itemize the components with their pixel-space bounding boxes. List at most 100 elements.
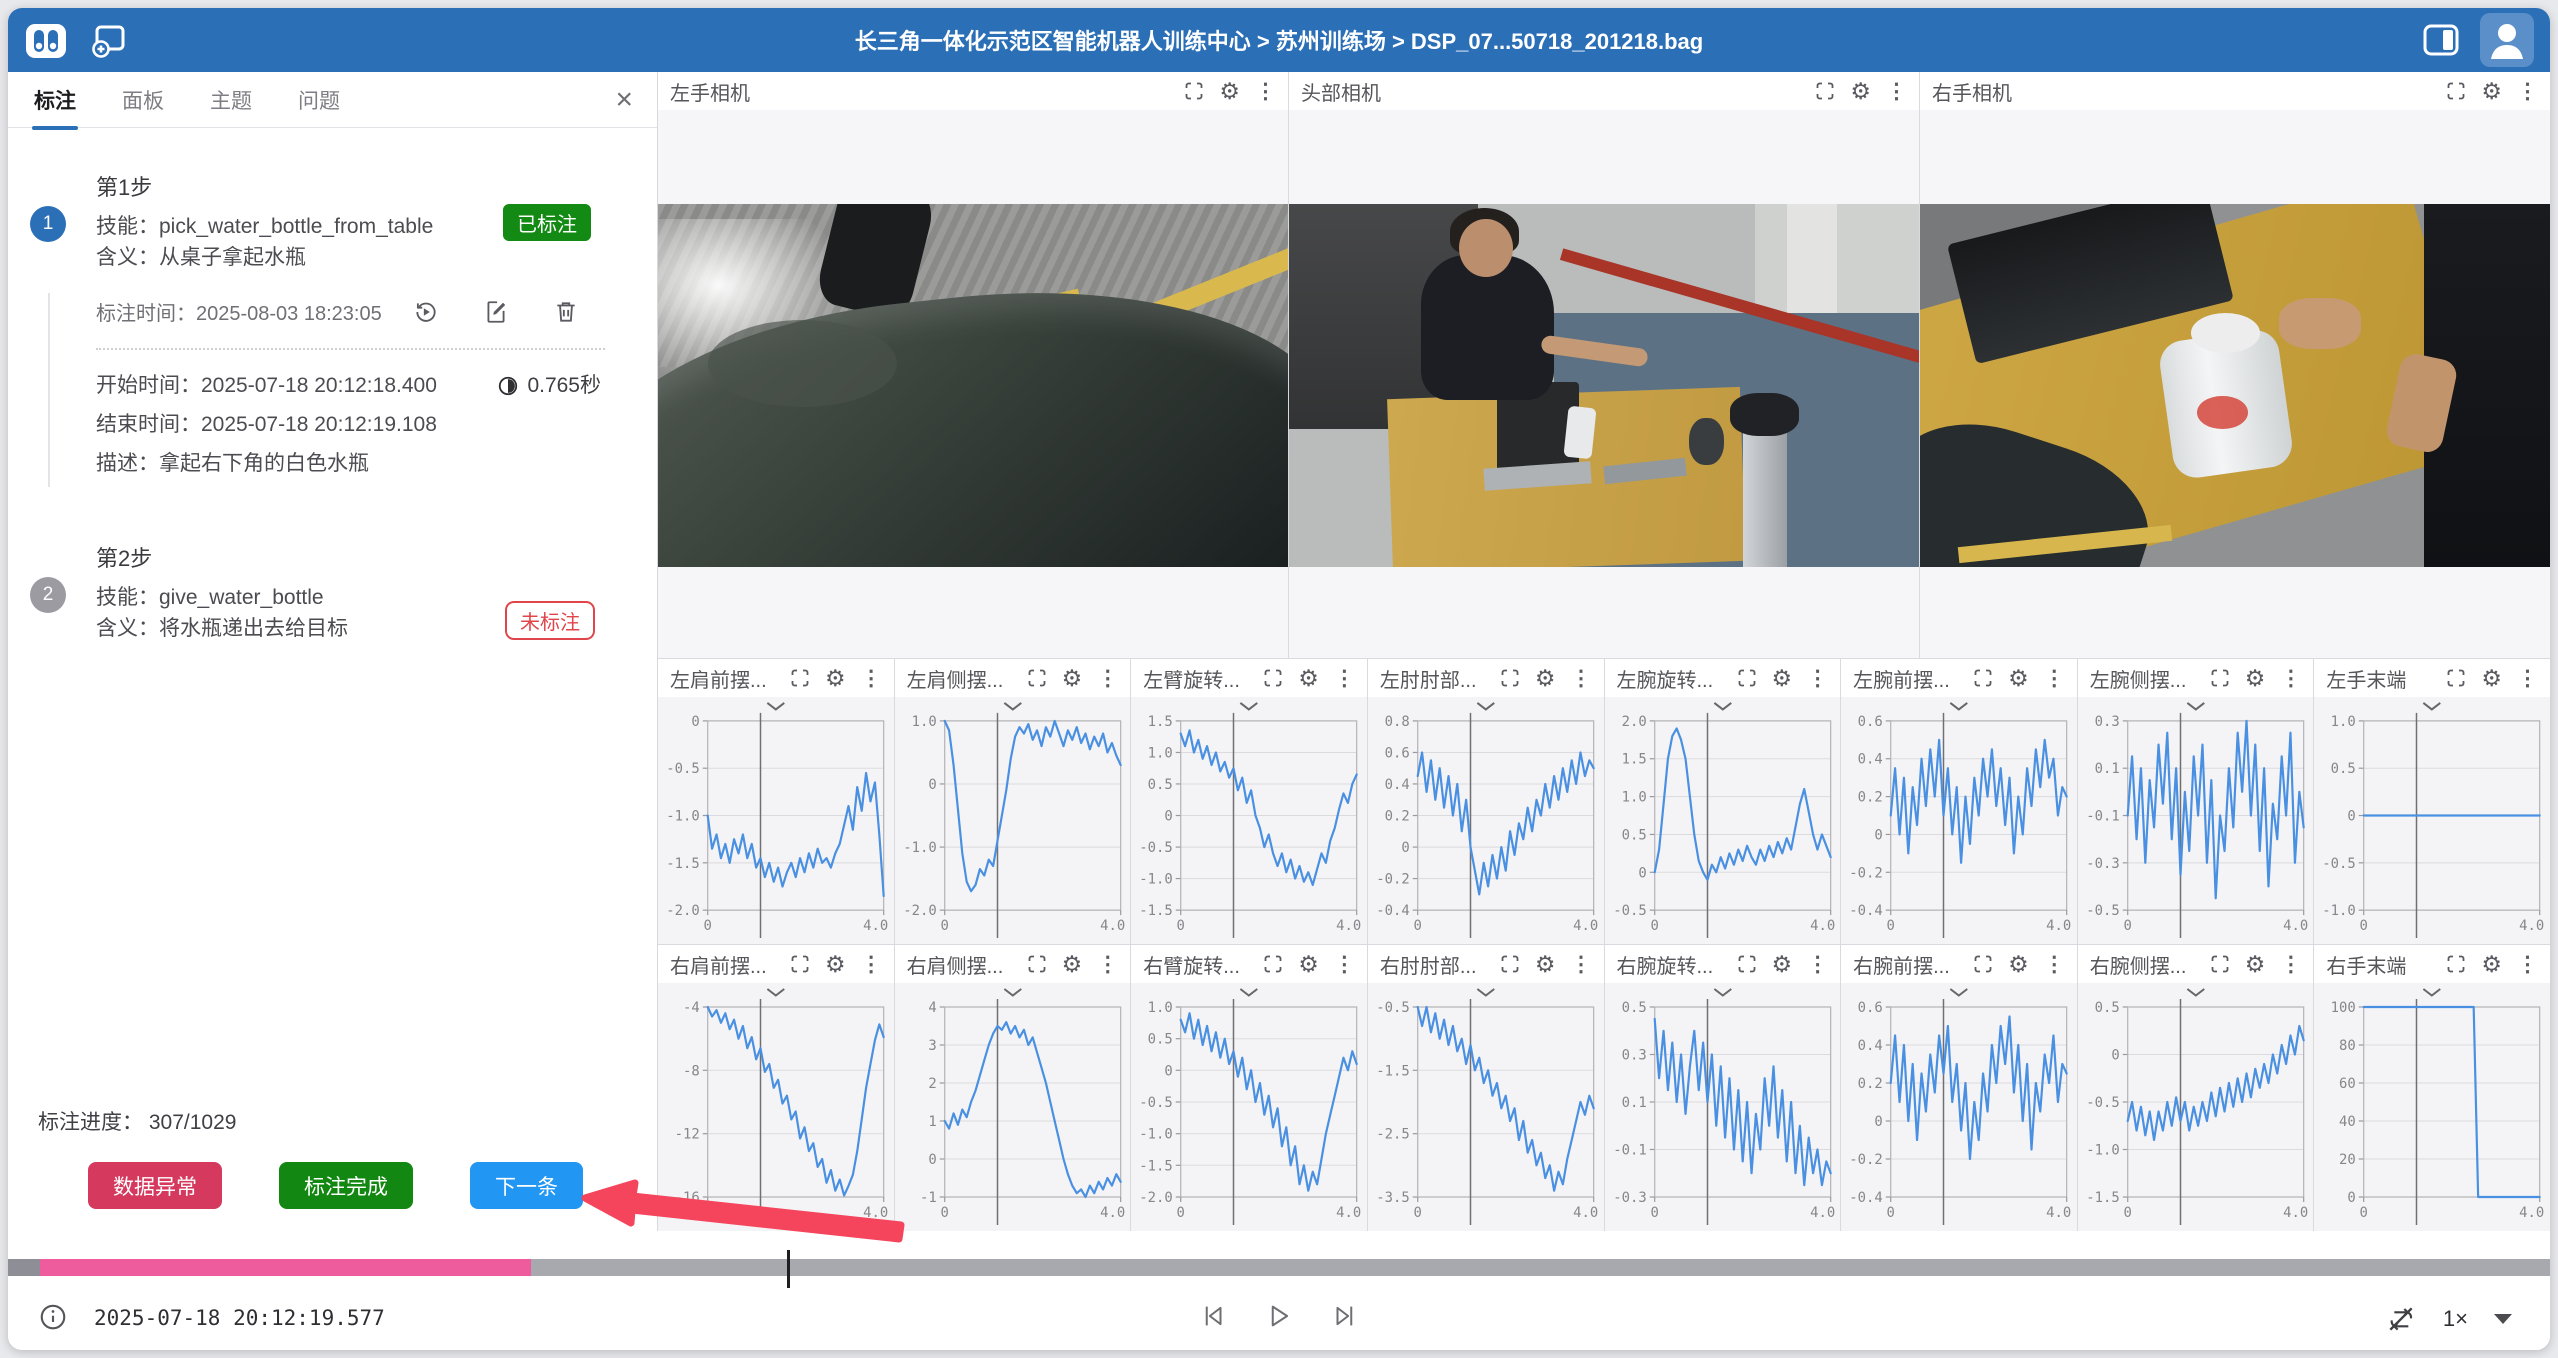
settings-icon[interactable]: ⚙ [1772, 953, 1793, 976]
chart-plot[interactable]: -0.5-1.5-2.5-3.504.0 [1368, 983, 1604, 1231]
play-icon[interactable] [1264, 1301, 1294, 1331]
settings-icon[interactable]: ⚙ [1062, 953, 1083, 976]
chart-plot[interactable]: 0.60.40.20-0.2-0.404.0 [1841, 983, 2077, 1231]
panel-menu-icon[interactable]: ⋮ [1571, 668, 1592, 689]
fullscreen-icon[interactable] [1027, 954, 1047, 974]
settings-icon[interactable]: ⚙ [1062, 667, 1083, 690]
settings-icon[interactable]: ⚙ [1850, 80, 1871, 103]
fullscreen-icon[interactable] [2446, 668, 2466, 688]
settings-icon[interactable]: ⚙ [1219, 80, 1240, 103]
fullscreen-icon[interactable] [1737, 668, 1757, 688]
chart-plot[interactable]: 1.00.50-0.5-1.0-1.5-2.004.0 [1131, 983, 1367, 1231]
panel-menu-icon[interactable]: ⋮ [1571, 954, 1592, 975]
fullscreen-icon[interactable] [1500, 954, 1520, 974]
panel-menu-icon[interactable]: ⋮ [1334, 954, 1355, 975]
right-sidebar-toggle-icon[interactable] [2420, 21, 2462, 59]
fullscreen-icon[interactable] [1973, 668, 1993, 688]
settings-icon[interactable]: ⚙ [825, 953, 846, 976]
chart-plot[interactable]: 1.00.50-0.5-1.004.0 [2314, 697, 2550, 944]
panel-menu-icon[interactable]: ⋮ [2517, 668, 2538, 689]
chevron-down-icon[interactable] [2494, 1314, 2512, 1324]
settings-icon[interactable]: ⚙ [2245, 667, 2266, 690]
fullscreen-icon[interactable] [2446, 81, 2466, 101]
fullscreen-icon[interactable] [1263, 668, 1283, 688]
chart-plot[interactable]: 0.50-0.5-1.0-1.504.0 [2078, 983, 2314, 1231]
close-icon[interactable]: × [615, 85, 633, 115]
settings-icon[interactable]: ⚙ [2008, 667, 2029, 690]
svg-text:4.0: 4.0 [2046, 1205, 2071, 1221]
settings-icon[interactable]: ⚙ [2481, 667, 2502, 690]
seek-end-icon[interactable] [1330, 1301, 1360, 1331]
chart-plot[interactable]: 0.50.30.1-0.1-0.304.0 [1605, 983, 1841, 1231]
settings-icon[interactable]: ⚙ [1298, 953, 1319, 976]
panel-menu-icon[interactable]: ⋮ [2280, 668, 2301, 689]
fullscreen-icon[interactable] [2210, 668, 2230, 688]
panel-menu-icon[interactable]: ⋮ [1807, 954, 1828, 975]
chart-plot[interactable]: 10080604020004.0 [2314, 983, 2550, 1231]
chart-plot[interactable]: 0-0.5-1.0-1.5-2.004.0 [658, 697, 894, 944]
replay-icon[interactable] [413, 299, 439, 325]
panel-menu-icon[interactable]: ⋮ [1886, 81, 1907, 102]
seek-start-icon[interactable] [1198, 1301, 1228, 1331]
settings-icon[interactable]: ⚙ [2481, 80, 2502, 103]
panel-menu-icon[interactable]: ⋮ [2280, 954, 2301, 975]
fullscreen-icon[interactable] [1263, 954, 1283, 974]
edit-icon[interactable] [483, 299, 509, 325]
fullscreen-icon[interactable] [790, 954, 810, 974]
chart-plot[interactable]: 0.80.60.40.20-0.2-0.404.0 [1368, 697, 1604, 944]
panel-menu-icon[interactable]: ⋮ [2044, 954, 2065, 975]
panel-menu-icon[interactable]: ⋮ [2517, 954, 2538, 975]
chart-plot[interactable]: 43210-104.0 [895, 983, 1131, 1231]
chart-plot[interactable]: 1.51.00.50-0.5-1.0-1.504.0 [1131, 697, 1367, 944]
next-item-button[interactable]: 下一条 [470, 1162, 583, 1209]
chart-plot[interactable]: 0.30.1-0.1-0.3-0.504.0 [2078, 697, 2314, 944]
chart-plot[interactable]: 1.00-1.0-2.004.0 [895, 697, 1131, 944]
annotation-complete-button[interactable]: 标注完成 [279, 1162, 413, 1209]
settings-icon[interactable]: ⚙ [825, 667, 846, 690]
settings-icon[interactable]: ⚙ [1298, 667, 1319, 690]
panel-menu-icon[interactable]: ⋮ [1334, 668, 1355, 689]
panel-menu-icon[interactable]: ⋮ [2517, 81, 2538, 102]
fullscreen-icon[interactable] [1027, 668, 1047, 688]
timeline-playhead[interactable] [787, 1250, 790, 1288]
user-avatar[interactable] [2480, 13, 2534, 67]
tab-panels[interactable]: 面板 [122, 85, 164, 115]
tab-annotation[interactable]: 标注 [34, 85, 76, 115]
settings-icon[interactable]: ⚙ [1535, 667, 1556, 690]
chart-plot[interactable]: -4-8-12-1604.0 [658, 983, 894, 1231]
panel-menu-icon[interactable]: ⋮ [1097, 954, 1118, 975]
playback-speed[interactable]: 1× [2443, 1306, 2468, 1332]
panel-menu-icon[interactable]: ⋮ [861, 954, 882, 975]
panel-menu-icon[interactable]: ⋮ [2044, 668, 2065, 689]
fullscreen-icon[interactable] [1815, 81, 1835, 101]
delete-icon[interactable] [553, 299, 579, 325]
settings-icon[interactable]: ⚙ [1772, 667, 1793, 690]
tab-topics[interactable]: 主题 [210, 85, 252, 115]
settings-icon[interactable]: ⚙ [2008, 953, 2029, 976]
fullscreen-icon[interactable] [1973, 954, 1993, 974]
fullscreen-icon[interactable] [1184, 81, 1204, 101]
settings-icon[interactable]: ⚙ [1535, 953, 1556, 976]
fullscreen-icon[interactable] [790, 668, 810, 688]
chart-plot[interactable]: 2.01.51.00.50-0.504.0 [1605, 697, 1841, 944]
settings-icon[interactable]: ⚙ [2245, 953, 2266, 976]
step-card-1[interactable]: 1 第1步 技能：pick_water_bottle_from_table 含义… [8, 158, 657, 503]
fullscreen-icon[interactable] [2446, 954, 2466, 974]
fullscreen-icon[interactable] [1737, 954, 1757, 974]
step-card-2[interactable]: 2 第2步 技能：give_water_bottle 含义：将水瓶递出去给目标 … [8, 529, 657, 656]
app-logo-icon[interactable] [24, 20, 68, 60]
panel-menu-icon[interactable]: ⋮ [861, 668, 882, 689]
info-icon[interactable] [38, 1302, 68, 1332]
timeline-scrubber[interactable] [8, 1259, 2550, 1276]
add-panel-icon[interactable] [88, 19, 130, 61]
fullscreen-icon[interactable] [1500, 668, 1520, 688]
loop-off-icon[interactable] [2385, 1303, 2417, 1335]
panel-menu-icon[interactable]: ⋮ [1255, 81, 1276, 102]
panel-menu-icon[interactable]: ⋮ [1807, 668, 1828, 689]
tab-issues[interactable]: 问题 [298, 85, 340, 115]
chart-plot[interactable]: 0.60.40.20-0.2-0.404.0 [1841, 697, 2077, 944]
fullscreen-icon[interactable] [2210, 954, 2230, 974]
panel-menu-icon[interactable]: ⋮ [1097, 668, 1118, 689]
settings-icon[interactable]: ⚙ [2481, 953, 2502, 976]
data-abnormal-button[interactable]: 数据异常 [88, 1162, 222, 1209]
